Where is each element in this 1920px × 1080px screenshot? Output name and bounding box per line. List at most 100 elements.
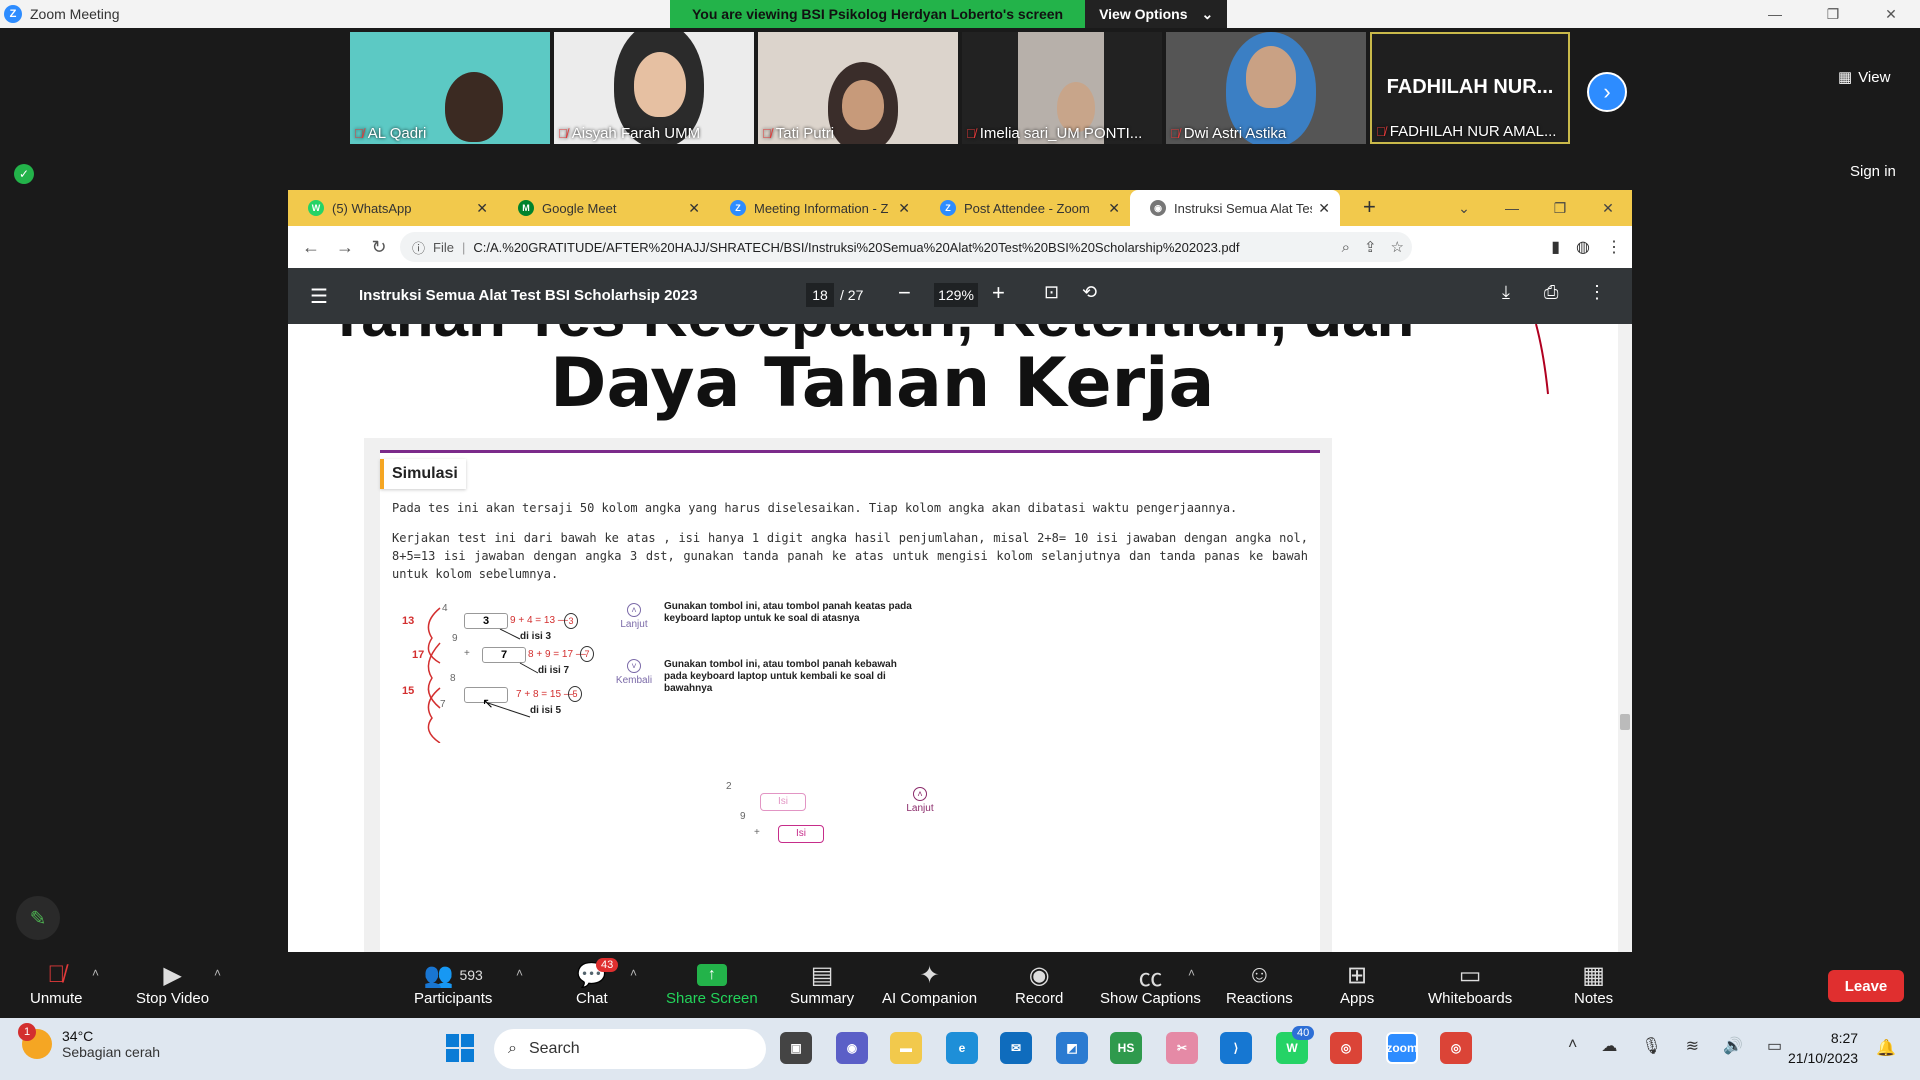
reactions-button[interactable]: ☺ Reactions <box>1226 960 1293 1007</box>
rotate-icon[interactable]: ⟲ <box>1082 282 1097 303</box>
file-explorer-icon[interactable]: ▬ <box>890 1032 922 1064</box>
tab-search-icon[interactable]: ⌄ <box>1440 190 1488 226</box>
pdf-sidebar-menu-icon[interactable]: ☰ <box>310 284 328 309</box>
profile-avatar[interactable]: ◍ <box>1576 237 1590 257</box>
notes-button[interactable]: ▦ Notes <box>1574 960 1613 1008</box>
show-captions-button[interactable]: ㏄ Show Captions <box>1100 960 1201 1008</box>
back-icon[interactable]: ← <box>294 230 328 264</box>
video-tile[interactable]: 🎙̸ Dwi Astri Astika <box>1166 32 1366 144</box>
chrome-profile-icon[interactable]: ◎ <box>1440 1032 1472 1064</box>
record-button[interactable]: ◉ Record <box>1015 960 1063 1008</box>
tab-close-icon[interactable]: ✕ <box>688 200 700 217</box>
zoom-magnifier-icon[interactable]: ⌕ <box>1342 239 1350 256</box>
info-icon[interactable]: ⓘ <box>412 238 425 257</box>
tab-close-icon[interactable]: ✕ <box>476 200 488 217</box>
video-options-caret[interactable]: ˄ <box>214 966 221 980</box>
annotate-pencil-button[interactable]: ✎ <box>16 896 60 940</box>
close-button[interactable]: ✕ <box>1862 0 1920 28</box>
share-icon[interactable]: ⇪ <box>1364 238 1377 256</box>
windows-start-icon[interactable] <box>446 1034 474 1062</box>
photos-icon[interactable]: ◩ <box>1056 1032 1088 1064</box>
video-tile[interactable]: 🎙̸ Tati Putri <box>758 32 958 144</box>
audio-options-caret[interactable]: ˄ <box>92 966 99 980</box>
security-shield-icon[interactable]: ✓ <box>14 164 34 184</box>
tab-close-icon[interactable]: ✕ <box>898 200 910 217</box>
video-tile-active-speaker[interactable]: FADHILAH NUR... 🎙̸ FADHILAH NUR AMAL... <box>1370 32 1570 144</box>
apps-button[interactable]: ⊞ Apps <box>1340 960 1374 1008</box>
address-bar[interactable]: ⓘ File | C:/A.%20GRATITUDE/AFTER%20HAJJ/… <box>400 232 1412 262</box>
sign-in-link[interactable]: Sign in <box>1850 163 1896 180</box>
forward-icon[interactable]: → <box>328 230 362 264</box>
stop-video-button[interactable]: ▶ Stop Video <box>136 960 209 1008</box>
teams-chat-icon[interactable]: ◉ <box>836 1032 868 1064</box>
zoom-in-icon[interactable]: + <box>992 280 1005 306</box>
participants-button[interactable]: 👥 593 Participants <box>414 960 492 1008</box>
notification-bell-icon[interactable]: 🔔 <box>1876 1038 1896 1058</box>
video-tile[interactable]: 🎙̸ AL Qadri <box>350 32 550 144</box>
pdf-scrollbar[interactable] <box>1618 324 1632 952</box>
view-options-button[interactable]: View Options ⌄ <box>1085 0 1228 28</box>
wifi-icon[interactable]: ≋ <box>1686 1036 1699 1056</box>
pdf-scroll-thumb[interactable] <box>1620 714 1630 730</box>
weather-badge: 1 <box>18 1023 36 1041</box>
restore-button[interactable]: ❐ <box>1804 0 1862 28</box>
minimize-button[interactable]: — <box>1746 0 1804 28</box>
browser-close-button[interactable]: ✕ <box>1584 190 1632 226</box>
captions-options-caret[interactable]: ˄ <box>1188 966 1195 980</box>
view-button[interactable]: ▦ View <box>1838 68 1890 87</box>
show-captions-label: Show Captions <box>1100 990 1201 1007</box>
zoom-out-icon[interactable]: − <box>898 280 911 306</box>
edge-browser-icon[interactable]: e <box>946 1032 978 1064</box>
browser-menu-icon[interactable]: ⋮ <box>1606 237 1622 257</box>
summary-button[interactable]: ▤ Summary <box>790 960 854 1008</box>
zoom-level-input[interactable]: 129% <box>934 283 978 307</box>
tab-close-icon[interactable]: ✕ <box>1318 200 1330 217</box>
browser-tab[interactable]: Z Post Attendee - Zoom ✕ <box>920 190 1130 226</box>
chat-options-caret[interactable]: ˄ <box>630 966 637 980</box>
isi-box: Isi <box>760 793 806 811</box>
taskbar-clock[interactable]: 8:27 21/10/2023 <box>1788 1028 1858 1068</box>
fit-page-icon[interactable]: ⊡ <box>1044 282 1059 303</box>
whiteboards-button[interactable]: ▭ Whiteboards <box>1428 960 1512 1008</box>
download-icon[interactable]: ⤓ <box>1502 282 1510 303</box>
microphone-icon[interactable]: 🎙 <box>1641 1036 1661 1056</box>
side-panel-icon[interactable]: ▮ <box>1551 237 1560 257</box>
browser-tab-active[interactable]: ◉ Instruksi Semua Alat Test ✕ <box>1130 190 1340 226</box>
chrome-icon[interactable]: ◎ <box>1330 1032 1362 1064</box>
onedrive-cloud-icon[interactable]: ☁ <box>1601 1036 1617 1056</box>
browser-tab[interactable]: W (5) WhatsApp ✕ <box>288 190 498 226</box>
video-camera-icon: ▶ <box>163 961 182 989</box>
print-icon[interactable]: ⎙ <box>1544 282 1558 303</box>
task-view-icon[interactable]: ▣ <box>780 1032 812 1064</box>
gallery-next-page-button[interactable]: › <box>1587 72 1627 112</box>
reactions-label: Reactions <box>1226 990 1293 1007</box>
mail-icon[interactable]: ✉ <box>1000 1032 1032 1064</box>
participants-options-caret[interactable]: ˄ <box>516 966 523 980</box>
weather-widget[interactable]: 1 34°C Sebagian cerah <box>18 1023 160 1060</box>
tray-overflow-icon[interactable]: ˄ <box>1568 1036 1577 1056</box>
snipping-tool-icon[interactable]: ✂ <box>1166 1032 1198 1064</box>
share-screen-button[interactable]: ↑ Share Screen <box>666 960 758 1007</box>
leave-button[interactable]: Leave <box>1828 970 1904 1002</box>
lanjut-label: Lanjut <box>620 619 648 630</box>
taskbar-search[interactable]: ⌕ Search <box>494 1029 766 1069</box>
bookmark-star-icon[interactable]: ☆ <box>1391 238 1404 256</box>
page-number-input[interactable]: 18 <box>806 283 834 307</box>
video-tile[interactable]: 🎙̸ Aisyah Farah UMM <box>554 32 754 144</box>
browser-tab[interactable]: Z Meeting Information - Z ✕ <box>710 190 920 226</box>
video-tile[interactable]: 🎙̸ Imelia sari_UM PONTI... <box>962 32 1162 144</box>
ai-companion-button[interactable]: ✦ AI Companion <box>882 960 977 1008</box>
reload-icon[interactable]: ↻ <box>362 230 396 264</box>
volume-icon[interactable]: 🔊 <box>1723 1036 1743 1056</box>
battery-icon[interactable]: ▭ <box>1767 1036 1782 1056</box>
zoom-taskbar-icon[interactable]: zoom <box>1386 1032 1418 1064</box>
unmute-button[interactable]: 🎙̸ Unmute <box>30 960 83 1007</box>
hs-app-icon[interactable]: HS <box>1110 1032 1142 1064</box>
new-tab-button[interactable]: + <box>1363 194 1376 220</box>
pdf-more-icon[interactable]: ⋮ <box>1588 282 1606 303</box>
browser-minimize-button[interactable]: — <box>1488 190 1536 226</box>
vscode-icon[interactable]: ⟩ <box>1220 1032 1252 1064</box>
browser-maximize-button[interactable]: ❐ <box>1536 190 1584 226</box>
browser-tab[interactable]: M Google Meet ✕ <box>498 190 710 226</box>
tab-close-icon[interactable]: ✕ <box>1108 200 1120 217</box>
